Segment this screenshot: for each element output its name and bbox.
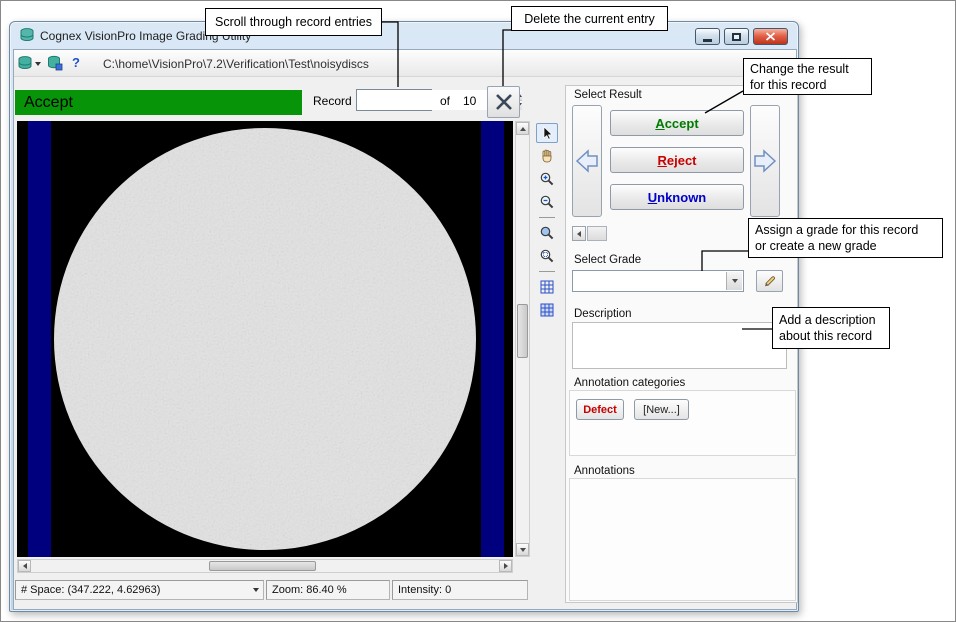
description-textarea[interactable] [572,322,787,369]
delete-record-button[interactable] [487,86,520,118]
app-icon [19,27,35,43]
scroll-down-button[interactable] [516,543,529,556]
callout-delete-entry: Delete the current entry [511,6,668,31]
grade-dropdown-button[interactable] [726,272,742,290]
image-viewport[interactable] [17,121,513,557]
client-area: ? C:\home\VisionPro\7.2\Verification\Tes… [13,49,797,610]
pan-tool-button[interactable] [536,146,558,166]
zoom-out-tool-button[interactable] [536,192,558,212]
vertical-scrollbar[interactable] [515,121,530,557]
arrow-left-icon [23,563,27,569]
scroll-left-button[interactable] [18,560,31,572]
result-banner: Accept [15,90,302,115]
annotations-list[interactable] [569,478,796,601]
zoom-window-tool-button[interactable] [536,246,558,266]
minimize-button[interactable] [695,28,720,45]
pencil-icon [762,274,777,289]
zoom-fit-tool-button[interactable] [536,223,558,243]
of-label: of [440,94,450,108]
intensity-status: Intensity: 0 [392,580,528,600]
arrow-left-icon [577,231,581,237]
reject-button[interactable]: Reject [610,147,744,173]
horizontal-scroll-thumb[interactable] [209,561,316,571]
arrow-down-icon [520,548,526,552]
window-controls [695,28,788,45]
new-category-button[interactable]: [New...] [634,399,689,420]
help-icon[interactable]: ? [72,55,80,70]
select-result-label: Select Result [574,89,642,101]
app-window: Cognex VisionPro Image Grading Utility [9,21,799,612]
zoom-fit-icon [539,225,555,241]
defect-category-button[interactable]: Defect [576,399,624,420]
space-dropdown-icon [253,588,259,592]
disc-image [52,126,478,552]
zoom-in-tool-button[interactable] [536,169,558,189]
record-total: 10 [463,94,476,108]
next-arrow-icon [753,147,777,175]
image-left-band [28,121,51,557]
maximize-button[interactable] [724,28,749,45]
arrow-right-icon [504,563,508,569]
record-spinner [356,89,432,111]
callout-add-description: Add a description about this record [772,307,890,349]
unknown-button[interactable]: Unknown [610,184,744,210]
space-selector[interactable]: # Space: (347.222, 4.62963) [15,580,264,600]
database-save-icon[interactable] [47,55,63,71]
grid-icon [539,279,555,295]
grading-panel: Select Result Accept Reject Unknown Sele… [565,85,798,603]
hand-icon [539,148,555,164]
scroll-right-button[interactable] [499,560,512,572]
image-database-path: C:\home\VisionPro\7.2\Verification\Test\… [103,57,369,71]
horizontal-scrollbar[interactable] [17,559,513,573]
annotations-label: Annotations [574,465,635,477]
pointer-tool-button[interactable] [536,123,558,143]
accept-button[interactable]: Accept [610,110,744,136]
grade-combobox[interactable] [572,270,744,292]
description-label: Description [574,308,632,320]
previous-record-button[interactable] [572,105,602,217]
edit-grade-button[interactable] [756,270,783,292]
title-bar[interactable]: Cognex VisionPro Image Grading Utility [10,22,798,49]
delete-x-icon [493,91,515,113]
panel-scroll-left-button[interactable] [572,226,586,241]
prev-arrow-icon [575,147,599,175]
pixel-grid-tool-button[interactable] [536,300,558,320]
arrow-up-icon [520,127,526,131]
record-label: Record [313,94,352,108]
grid-tool-button[interactable] [536,277,558,297]
zoom-status: Zoom: 86.40 % [266,580,390,600]
toolbar-separator [539,217,555,218]
scroll-up-button[interactable] [516,122,529,135]
space-value: # Space: (347.222, 4.62963) [21,584,160,596]
pixel-grid-icon [539,302,555,318]
figure-root: Cognex VisionPro Image Grading Utility [0,0,956,622]
minimize-icon [703,39,712,42]
callout-change-result: Change the result for this record [743,58,872,95]
pointer-icon [539,125,555,141]
toolbar-dropdown-caret-icon[interactable] [35,62,41,66]
main-toolbar: ? C:\home\VisionPro\7.2\Verification\Tes… [14,50,796,77]
callout-scroll-records: Scroll through record entries [205,8,382,36]
toolbar-separator [539,271,555,272]
zoom-window-icon [539,248,555,264]
zoom-in-icon [539,171,555,187]
close-button[interactable] [753,28,788,45]
next-record-button[interactable] [750,105,780,217]
image-right-band [481,121,504,557]
annotation-categories-label: Annotation categories [574,377,685,389]
select-grade-label: Select Grade [574,254,641,266]
zoom-out-icon [539,194,555,210]
panel-scroll-thumb[interactable] [587,226,607,241]
display-toolbar [535,123,559,320]
dropdown-arrow-icon [732,279,738,283]
close-icon [765,32,776,41]
callout-assign-grade: Assign a grade for this record or create… [748,218,943,258]
maximize-icon [732,33,741,41]
vertical-scroll-thumb[interactable] [517,304,528,358]
database-export-icon[interactable] [17,55,33,71]
